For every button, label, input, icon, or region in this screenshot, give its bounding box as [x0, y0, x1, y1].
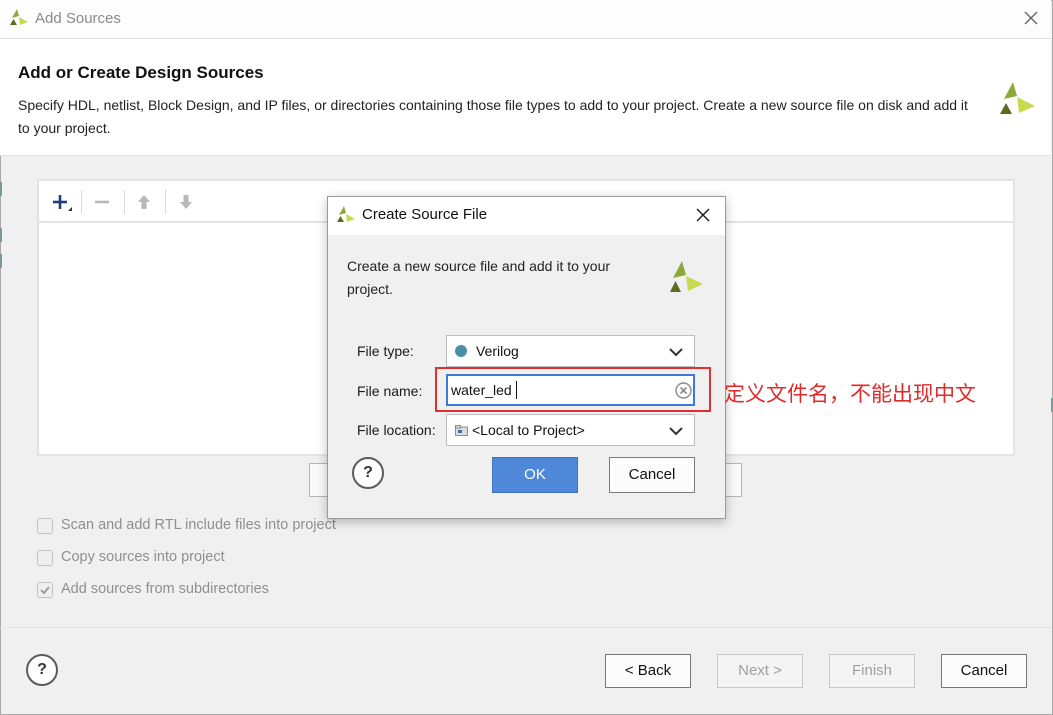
close-icon[interactable] [693, 205, 713, 225]
annotation-highlight-box [435, 367, 711, 412]
vivado-logo-icon [337, 206, 355, 222]
next-button[interactable]: Next > [717, 654, 803, 688]
vivado-logo-icon [10, 9, 28, 25]
vivado-logo-icon [670, 261, 703, 292]
dialog-help-button[interactable]: ? [352, 457, 384, 489]
option-label: Add sources from subdirectories [61, 581, 269, 597]
file-type-label: File type: [357, 343, 414, 359]
checkbox[interactable] [37, 518, 53, 534]
arrow-up-icon[interactable] [133, 191, 155, 213]
page-heading: Add or Create Design Sources [18, 63, 264, 82]
dialog-description: Create a new source file and add it to y… [347, 258, 611, 297]
check-icon [40, 586, 50, 595]
file-name-label: File name: [357, 383, 423, 399]
file-type-value: Verilog [476, 343, 519, 359]
finish-button[interactable]: Finish [829, 654, 915, 688]
footer-divider [0, 627, 1051, 628]
checkbox-checked[interactable] [37, 582, 53, 598]
file-location-value: <Local to Project> [472, 422, 585, 438]
chevron-down-icon [669, 348, 683, 357]
option-label: Copy sources into project [61, 549, 225, 565]
chevron-down-icon [669, 427, 683, 436]
toolbar-separator [165, 190, 166, 214]
arrow-down-icon[interactable] [175, 191, 197, 213]
folder-icon [455, 425, 468, 436]
file-type-select[interactable]: Verilog [446, 335, 695, 367]
minus-icon[interactable] [91, 191, 113, 213]
toolbar-separator [124, 190, 125, 214]
checkbox[interactable] [37, 550, 53, 566]
toolbar-separator [81, 190, 82, 214]
file-location-label: File location: [357, 422, 436, 438]
window-titlebar [0, 0, 1051, 39]
file-location-select[interactable]: <Local to Project> [446, 414, 695, 446]
background-edge [0, 182, 2, 196]
background-edge [0, 254, 2, 268]
cancel-button[interactable]: Cancel [941, 654, 1027, 688]
page-description: Specify HDL, netlist, Block Design, and … [18, 97, 968, 136]
plus-icon[interactable] [50, 191, 72, 213]
background-edge [0, 228, 2, 242]
back-button[interactable]: < Back [605, 654, 691, 688]
window-title: Add Sources [35, 10, 121, 27]
dialog-cancel-button[interactable]: Cancel [609, 457, 695, 493]
option-label: Scan and add RTL include files into proj… [61, 517, 336, 533]
annotation-text: 定义文件名，不能出现中文 [724, 383, 976, 406]
vivado-logo-icon [1000, 82, 1035, 114]
ok-button[interactable]: OK [492, 457, 578, 493]
verilog-dot-icon [455, 345, 467, 357]
close-icon[interactable] [1020, 7, 1042, 29]
dialog-title: Create Source File [362, 206, 488, 223]
help-button[interactable]: ? [26, 654, 58, 686]
